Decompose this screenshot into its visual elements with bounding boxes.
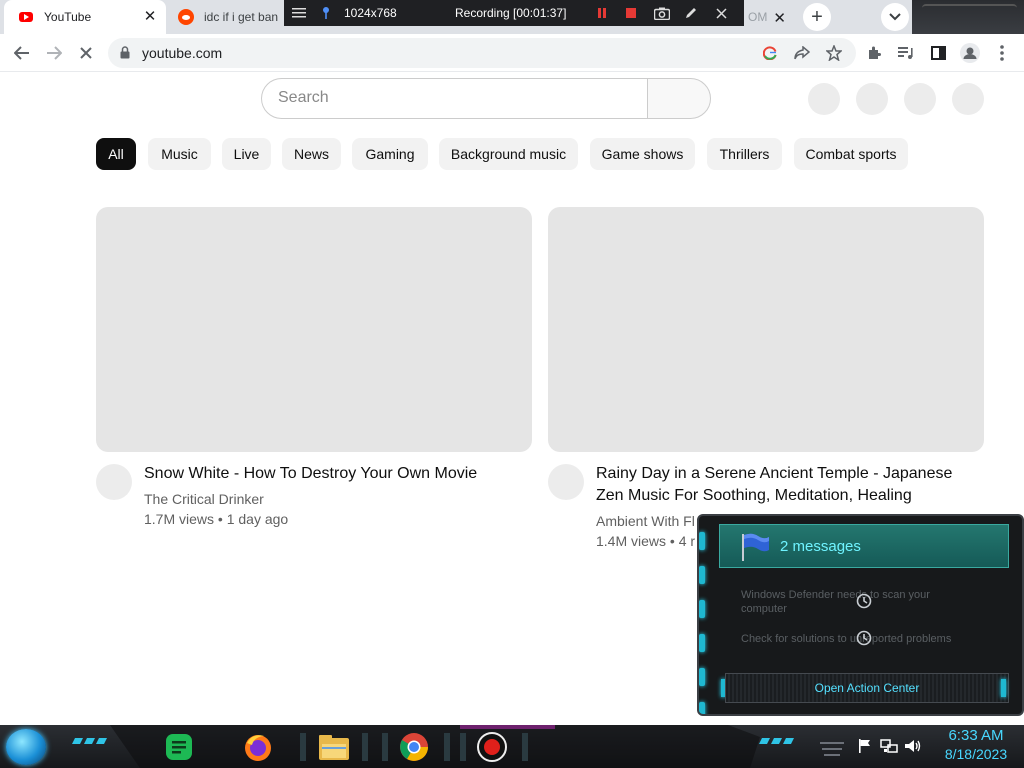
channel-name[interactable]: The Critical Drinker xyxy=(144,491,264,507)
channel-avatar[interactable] xyxy=(96,464,132,500)
window-frame-decoration xyxy=(912,0,1024,34)
tab-reddit[interactable]: idc if i get ban xyxy=(170,0,290,34)
side-panel-icon[interactable] xyxy=(924,39,952,67)
profile-avatar-icon[interactable] xyxy=(956,39,984,67)
pen-icon[interactable] xyxy=(684,0,698,26)
video-title[interactable]: Rainy Day in a Serene Ancient Temple - J… xyxy=(596,463,976,507)
channel-avatar[interactable] xyxy=(548,464,584,500)
search-box xyxy=(261,78,648,119)
chip-thrillers[interactable]: Thrillers xyxy=(707,138,782,170)
action-center-flag-icon[interactable] xyxy=(856,737,874,755)
lock-icon xyxy=(120,46,130,59)
video-meta: 1.4M views • 4 r xyxy=(596,533,696,549)
channel-name[interactable]: Ambient With Fl xyxy=(596,513,695,529)
clock-icon xyxy=(856,593,872,609)
resolution-label: 1024x768 xyxy=(344,6,397,20)
tab-third[interactable]: ОМ ✕ xyxy=(744,0,794,34)
notifications-button-placeholder[interactable] xyxy=(904,83,936,115)
start-button[interactable] xyxy=(6,729,46,765)
tray-clock[interactable]: 6:33 AM 8/18/2023 xyxy=(936,727,1016,763)
network-icon[interactable] xyxy=(880,737,898,755)
chip-all[interactable]: All xyxy=(96,138,136,170)
apps-button-placeholder[interactable] xyxy=(856,83,888,115)
video-meta: 1.7M views • 1 day ago xyxy=(144,511,289,527)
open-action-center-label: Open Action Center xyxy=(814,681,920,695)
chip-news[interactable]: News xyxy=(282,138,341,170)
chevron-down-icon xyxy=(889,13,901,21)
tab-title: YouTube xyxy=(44,10,92,24)
footer-cap-right xyxy=(1001,679,1006,697)
recording-status: Recording [00:01:37] xyxy=(455,6,567,20)
close-icon[interactable]: ✕ xyxy=(142,9,158,25)
forward-button[interactable] xyxy=(40,39,68,67)
screen: YouTube ✕ idc if i get ban 1024x768 Reco… xyxy=(0,0,1024,768)
back-button[interactable] xyxy=(8,39,36,67)
stop-icon[interactable] xyxy=(625,0,637,26)
action-center-header[interactable]: 2 messages xyxy=(719,524,1009,568)
screen-recorder-bar: 1024x768 Recording [00:01:37] xyxy=(284,0,744,26)
arrow-right-icon xyxy=(47,46,62,60)
video-thumbnail[interactable] xyxy=(548,207,984,452)
screen-recorder-app-icon[interactable] xyxy=(474,730,510,764)
chrome-icon[interactable] xyxy=(396,730,432,764)
firefox-icon[interactable] xyxy=(240,730,276,764)
search-button[interactable] xyxy=(647,78,711,119)
volume-icon[interactable] xyxy=(904,737,922,755)
tab-strip: YouTube ✕ idc if i get ban 1024x768 Reco… xyxy=(0,0,1024,34)
chip-live[interactable]: Live xyxy=(222,138,271,170)
close-recorder-icon[interactable] xyxy=(716,0,727,26)
camera-icon[interactable] xyxy=(654,0,670,26)
url-text: youtube.com xyxy=(142,45,223,61)
tab-search-button[interactable] xyxy=(881,3,909,31)
clock-time: 6:33 AM xyxy=(948,727,1004,744)
browser-toolbar: youtube.com xyxy=(0,34,1024,72)
share-icon[interactable] xyxy=(792,43,812,63)
new-tab-button[interactable]: + xyxy=(803,3,831,31)
clock-icon xyxy=(856,630,872,646)
google-icon[interactable] xyxy=(760,43,780,63)
plus-icon: + xyxy=(811,5,823,28)
reddit-icon xyxy=(178,9,194,25)
stop-loading-button[interactable] xyxy=(72,39,100,67)
chip-music[interactable]: Music xyxy=(148,138,211,170)
chip-background-music[interactable]: Background music xyxy=(439,138,578,170)
video-title[interactable]: Snow White - How To Destroy Your Own Mov… xyxy=(144,463,524,485)
close-icon[interactable]: ✕ xyxy=(773,9,786,27)
popup-side-decoration xyxy=(699,526,707,714)
search-input[interactable] xyxy=(278,89,618,107)
sticky-notes-icon[interactable] xyxy=(161,730,197,764)
youtube-icon xyxy=(18,9,34,25)
flag-icon xyxy=(742,533,769,561)
chip-gaming[interactable]: Gaming xyxy=(352,138,428,170)
defender-message[interactable]: Windows Defender needs to scan your comp… xyxy=(741,588,961,616)
media-control-icon[interactable] xyxy=(892,39,920,67)
file-explorer-icon[interactable] xyxy=(316,730,352,764)
chip-game-shows[interactable]: Game shows xyxy=(590,138,695,170)
address-bar[interactable]: youtube.com xyxy=(108,38,856,68)
extensions-icon[interactable] xyxy=(860,39,888,67)
clock-date: 8/18/2023 xyxy=(944,746,1008,762)
video-thumbnail[interactable] xyxy=(96,207,532,452)
chip-combat-sports[interactable]: Combat sports xyxy=(794,138,908,170)
tab-youtube[interactable]: YouTube ✕ xyxy=(4,0,166,34)
star-icon[interactable] xyxy=(824,43,844,63)
pause-icon[interactable] xyxy=(596,0,608,26)
messages-count: 2 messages xyxy=(780,538,861,555)
tab-title: idc if i get ban xyxy=(204,10,279,24)
menu-icon[interactable] xyxy=(292,0,306,26)
create-button-placeholder[interactable] xyxy=(808,83,840,115)
open-action-center-button[interactable]: Open Action Center xyxy=(725,673,1009,703)
arrow-left-icon xyxy=(14,46,29,60)
close-icon xyxy=(80,47,92,59)
pin-icon[interactable] xyxy=(320,0,332,26)
action-center-popup: 2 messages Windows Defender needs to sca… xyxy=(697,514,1024,716)
account-avatar-placeholder[interactable] xyxy=(952,83,984,115)
tab-title: ОМ xyxy=(748,10,768,24)
more-menu-icon[interactable] xyxy=(988,39,1016,67)
